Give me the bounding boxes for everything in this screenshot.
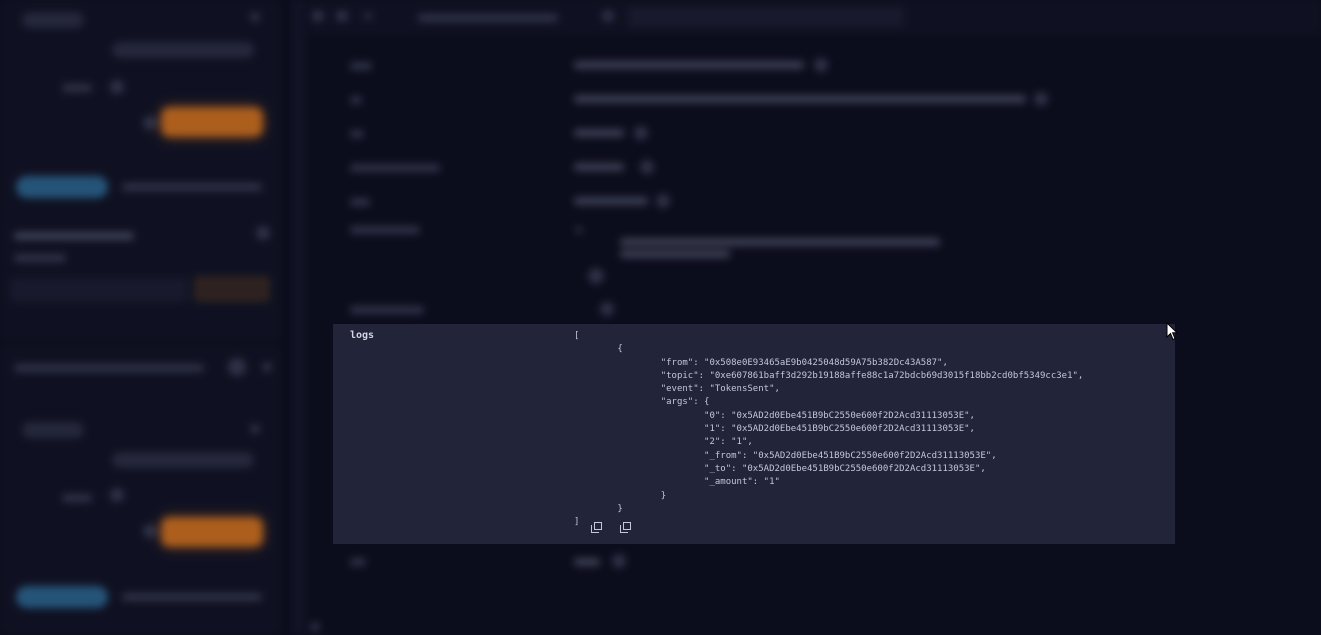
collapse-icon[interactable] [250,12,260,22]
copy-icon[interactable] [620,522,631,533]
sidebar-option-icon[interactable] [110,80,124,94]
sidebar-label-2 [62,494,92,502]
logs-row: logs [ { "from": "0x508e0E93465aE9b04250… [333,324,1175,544]
copy-icon[interactable] [814,58,828,72]
sidebar-item-subtitle [14,254,66,262]
sidebar-tab-label-2 [122,593,262,601]
row-value [574,61,804,69]
sidebar-path-close-icon[interactable] [262,362,272,372]
sidebar-item-icon[interactable] [256,226,270,240]
copy-icon[interactable] [600,302,614,316]
copy-icon[interactable] [1034,92,1048,106]
editor-tab-1[interactable] [418,14,558,22]
row-key [350,306,424,314]
row-key [350,130,364,138]
copy-icon[interactable] [640,160,654,174]
json-line-arg-from: "_from": "0x5AD2d0Ebe451B9bC2550e600f2D2… [574,450,997,461]
json-line-arg-to: "_to": "0x5AD2d0Ebe451B9bC2550e600f2D2Ac… [574,463,986,474]
json-line: [ [574,331,580,341]
row-value [574,129,624,137]
sidebar-section-header-2[interactable] [22,422,84,438]
sidebar-path-label [14,364,204,372]
editor-tab-2[interactable] [628,6,904,28]
logs-json-viewer: [ { "from": "0x508e0E93465aE9b0425048d59… [574,330,1083,529]
sidebar-select[interactable] [112,42,254,58]
sidebar-action-button[interactable] [162,108,262,136]
json-line-from: "from": "0x508e0E93465aE9b0425048d59A75b… [574,357,948,368]
sidebar-item-title [14,232,134,240]
sidebar-divider [0,340,280,346]
chevron-icon[interactable] [310,622,320,632]
json-line: } [574,490,667,501]
sidebar-label [62,84,92,92]
json-line-arg-2: "2": "1", [574,437,753,448]
app-window: logs [ { "from": "0x508e0E93465aE9b04250… [0,0,1321,635]
home-icon[interactable] [336,10,348,22]
copy-icon[interactable] [612,554,626,568]
sidebar-tab-button-2[interactable] [16,586,108,608]
sidebar-input-button[interactable] [194,276,270,302]
row-value [620,250,730,258]
json-line-event: "event": "TokensSent", [574,384,780,395]
row-value [574,197,648,205]
sidebar-checkbox[interactable] [143,116,157,130]
sidebar-option-icon-2[interactable] [110,488,124,502]
row-key [350,558,366,566]
nav-icon[interactable] [312,10,324,22]
row-key [350,226,420,234]
sidebar-tab-label [122,183,262,191]
mouse-cursor-icon [1166,322,1178,341]
sidebar-select-2[interactable] [112,452,254,468]
collapse-icon-2[interactable] [250,424,260,434]
sidebar-section-header[interactable] [22,12,84,28]
copy-icon[interactable] [588,268,604,284]
row-value [576,226,582,234]
json-line-arg-amount: "_amount": "1" [574,477,780,488]
row-key [350,164,440,172]
sidebar-path-icon[interactable] [228,358,246,376]
json-line: ] [574,517,580,528]
row-value [574,558,600,566]
json-line-arg-1: "1": "0x5AD2d0Ebe451B9bC2550e600f2D2Acd3… [574,424,975,435]
row-key [350,198,370,206]
row-value [574,163,624,171]
panel-divider[interactable] [292,0,306,635]
json-line: { [574,344,623,355]
sidebar-action-button-2[interactable] [162,518,262,546]
json-line: } [574,503,623,514]
json-line-topic: "topic": "0xe607861baff3d292b19188affe88… [574,370,1084,381]
json-line-arg-0: "0": "0x5AD2d0Ebe451B9bC2550e600f2D2Acd3… [574,410,975,421]
chevron-icon[interactable] [364,12,372,20]
row-key [350,62,372,70]
row-value [620,238,940,246]
json-line-args: "args": { [574,397,710,408]
sidebar-tab-button[interactable] [16,176,108,198]
copy-icon[interactable] [591,522,602,533]
editor-tab-bar [306,0,1321,34]
row-key [350,96,362,104]
sidebar-checkbox-2[interactable] [143,524,157,538]
sidebar-input[interactable] [10,278,188,302]
copy-icon[interactable] [656,194,670,208]
sidebar [0,0,280,635]
copy-icon[interactable] [634,126,648,140]
tab-icon[interactable] [602,10,614,22]
logs-label: logs [350,330,375,341]
row-value [574,95,1026,103]
